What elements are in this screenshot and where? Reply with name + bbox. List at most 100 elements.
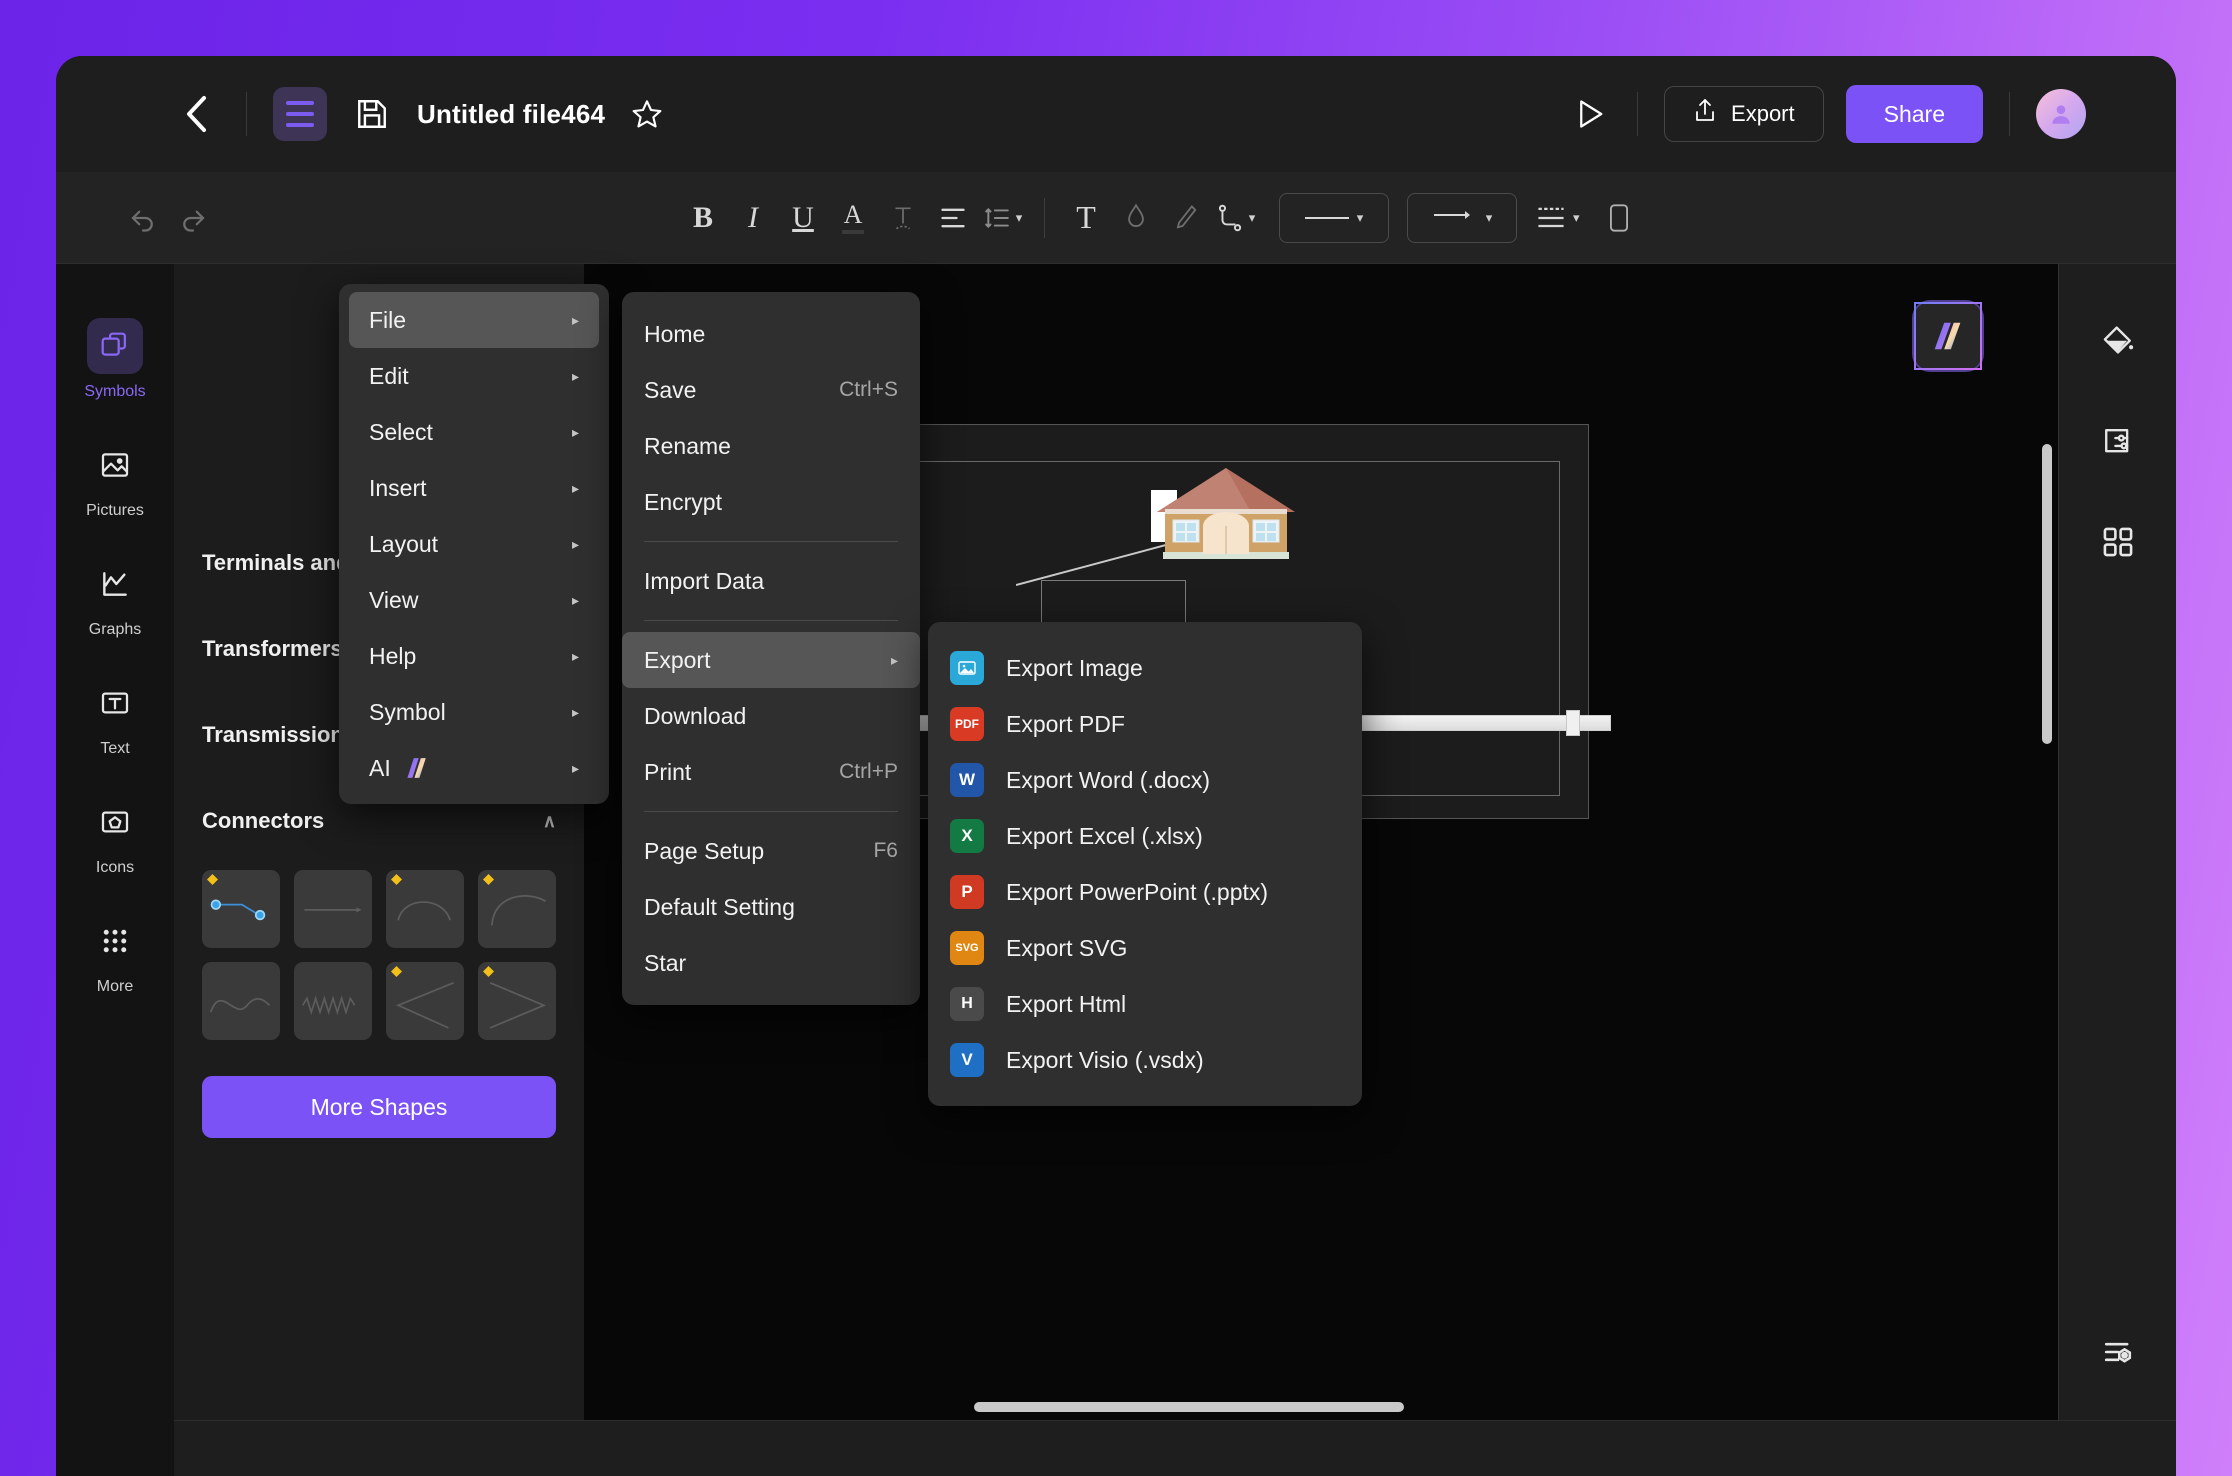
menu-item-page-setup[interactable]: Page Setup F6: [622, 823, 920, 879]
arrow-style-dropdown[interactable]: ▾: [1407, 192, 1517, 243]
export-button[interactable]: Export: [1664, 86, 1824, 142]
menu-item-default-setting[interactable]: Default Setting: [622, 879, 920, 935]
floppy-save-icon[interactable]: [355, 97, 389, 131]
back-button[interactable]: [174, 91, 220, 137]
list-settings-icon[interactable]: [2092, 1326, 2144, 1378]
line-spacing-icon[interactable]: ▾: [978, 193, 1028, 243]
connector-cell-straight[interactable]: [294, 870, 372, 948]
house-shape[interactable]: [1151, 464, 1301, 562]
menu-item-label: Home: [644, 320, 706, 347]
menu-item-export-html[interactable]: H Export Html: [928, 976, 1362, 1032]
rail-item-symbols[interactable]: Symbols: [69, 318, 161, 401]
toolbar-separator: [1044, 197, 1045, 238]
menu-item-download[interactable]: Download: [622, 688, 920, 744]
menu-item-file[interactable]: File ▸: [349, 292, 599, 348]
play-presentation-icon[interactable]: [1569, 93, 1611, 135]
menu-item-home[interactable]: Home: [622, 306, 920, 362]
main-menu-button[interactable]: [273, 87, 327, 141]
bottom-status-strip: [174, 1420, 2176, 1476]
menu-item-label: Export: [644, 646, 711, 673]
menu-item-export[interactable]: Export ▸: [622, 632, 920, 688]
connector-cell-angle-left[interactable]: [386, 962, 464, 1040]
underline-icon[interactable]: U: [778, 193, 828, 243]
redo-icon[interactable]: [168, 193, 218, 243]
menu-item-layout[interactable]: Layout ▸: [349, 516, 599, 572]
menu-item-save[interactable]: Save Ctrl+S: [622, 362, 920, 418]
font-color-icon[interactable]: A: [828, 193, 878, 243]
text-shadow-icon[interactable]: [878, 193, 928, 243]
export-submenu-level3: Export Image PDF Export PDF W Export Wor…: [928, 622, 1362, 1106]
star-icon[interactable]: [631, 98, 663, 130]
menu-item-insert[interactable]: Insert ▸: [349, 460, 599, 516]
menu-item-star[interactable]: Star: [622, 935, 920, 991]
connector-cell-zigzag[interactable]: [294, 962, 372, 1040]
share-button[interactable]: Share: [1845, 85, 1983, 143]
menu-item-print[interactable]: Print Ctrl+P: [622, 744, 920, 800]
connector-cell-angle-right[interactable]: [478, 962, 556, 1040]
bold-icon[interactable]: B: [678, 193, 728, 243]
connector-type-icon[interactable]: ▾: [1211, 193, 1261, 243]
menu-item-shortcut: Ctrl+S: [839, 378, 898, 401]
menu-item-import-data[interactable]: Import Data: [622, 553, 920, 609]
undo-icon[interactable]: [118, 193, 168, 243]
connector-cell-elbow[interactable]: [202, 870, 280, 948]
pdf-file-icon: PDF: [950, 707, 984, 741]
connector-cell-curve[interactable]: [478, 870, 556, 948]
horizontal-scrollbar[interactable]: [974, 1402, 1404, 1412]
rail-item-graphs[interactable]: Graphs: [69, 556, 161, 639]
align-icon[interactable]: [928, 193, 978, 243]
ai-assistant-badge[interactable]: [1914, 302, 1982, 370]
menu-item-rename[interactable]: Rename: [622, 418, 920, 474]
menu-item-export-pdf[interactable]: PDF Export PDF: [928, 696, 1362, 752]
menu-item-label: Export Image: [1006, 654, 1143, 681]
line-weight-dropdown[interactable]: ▾: [1279, 192, 1389, 243]
rail-item-more[interactable]: More: [69, 913, 161, 996]
menu-item-help[interactable]: Help ▸: [349, 628, 599, 684]
vertical-scrollbar[interactable]: [2042, 444, 2052, 744]
menu-item-label: Edit: [369, 362, 409, 389]
menu-item-export-visio[interactable]: V Export Visio (.vsdx): [928, 1032, 1362, 1088]
italic-icon[interactable]: I: [728, 193, 778, 243]
menu-item-label: Save: [644, 376, 697, 403]
avatar[interactable]: [2036, 89, 2086, 139]
more-shapes-button[interactable]: More Shapes: [202, 1076, 556, 1138]
graphs-icon: [87, 556, 143, 612]
menu-item-export-svg[interactable]: SVG Export SVG: [928, 920, 1362, 976]
menu-item-export-excel[interactable]: X Export Excel (.xlsx): [928, 808, 1362, 864]
dash-style-icon[interactable]: ▾: [1535, 193, 1580, 243]
powerpoint-file-icon: P: [950, 875, 984, 909]
menu-item-export-word[interactable]: W Export Word (.docx): [928, 752, 1362, 808]
chevron-right-icon: ▸: [571, 647, 579, 664]
bar-end-cap-shape[interactable]: [1566, 710, 1580, 736]
rail-item-icons[interactable]: Icons: [69, 794, 161, 877]
fill-color-icon[interactable]: [1111, 193, 1161, 243]
chevron-right-icon: ▸: [571, 479, 579, 496]
menu-item-ai[interactable]: AI ▸: [349, 740, 599, 796]
line-style-icon[interactable]: [1161, 193, 1211, 243]
menu-item-view[interactable]: View ▸: [349, 572, 599, 628]
shape-format-icon[interactable]: [1594, 193, 1644, 243]
word-file-icon: W: [950, 763, 984, 797]
menu-item-select[interactable]: Select ▸: [349, 404, 599, 460]
rail-item-text[interactable]: Text: [69, 675, 161, 758]
rail-item-pictures[interactable]: Pictures: [69, 437, 161, 520]
page-settings-icon[interactable]: [2092, 416, 2144, 468]
chevron-right-icon: ▸: [571, 703, 579, 720]
menu-item-edit[interactable]: Edit ▸: [349, 348, 599, 404]
file-menu-level2: Home Save Ctrl+S Rename Encrypt Import D…: [622, 292, 920, 1005]
menu-item-encrypt[interactable]: Encrypt: [622, 474, 920, 530]
menu-item-export-powerpoint[interactable]: P Export PowerPoint (.pptx): [928, 864, 1362, 920]
menu-item-label: Select: [369, 418, 433, 445]
menu-item-label: Export SVG: [1006, 934, 1128, 961]
menu-item-export-image[interactable]: Export Image: [928, 640, 1362, 696]
header-divider: [1637, 92, 1639, 136]
menu-item-label: Encrypt: [644, 488, 722, 515]
connector-cell-wave[interactable]: [202, 962, 280, 1040]
menu-item-label: Help: [369, 642, 417, 669]
grid-layout-icon[interactable]: [2092, 516, 2144, 568]
fill-bucket-icon[interactable]: [2092, 316, 2144, 368]
menu-item-symbol[interactable]: Symbol ▸: [349, 684, 599, 740]
text-box-icon[interactable]: T: [1061, 193, 1111, 243]
connector-cell-arc[interactable]: [386, 870, 464, 948]
chevron-right-icon: ▸: [571, 423, 579, 440]
